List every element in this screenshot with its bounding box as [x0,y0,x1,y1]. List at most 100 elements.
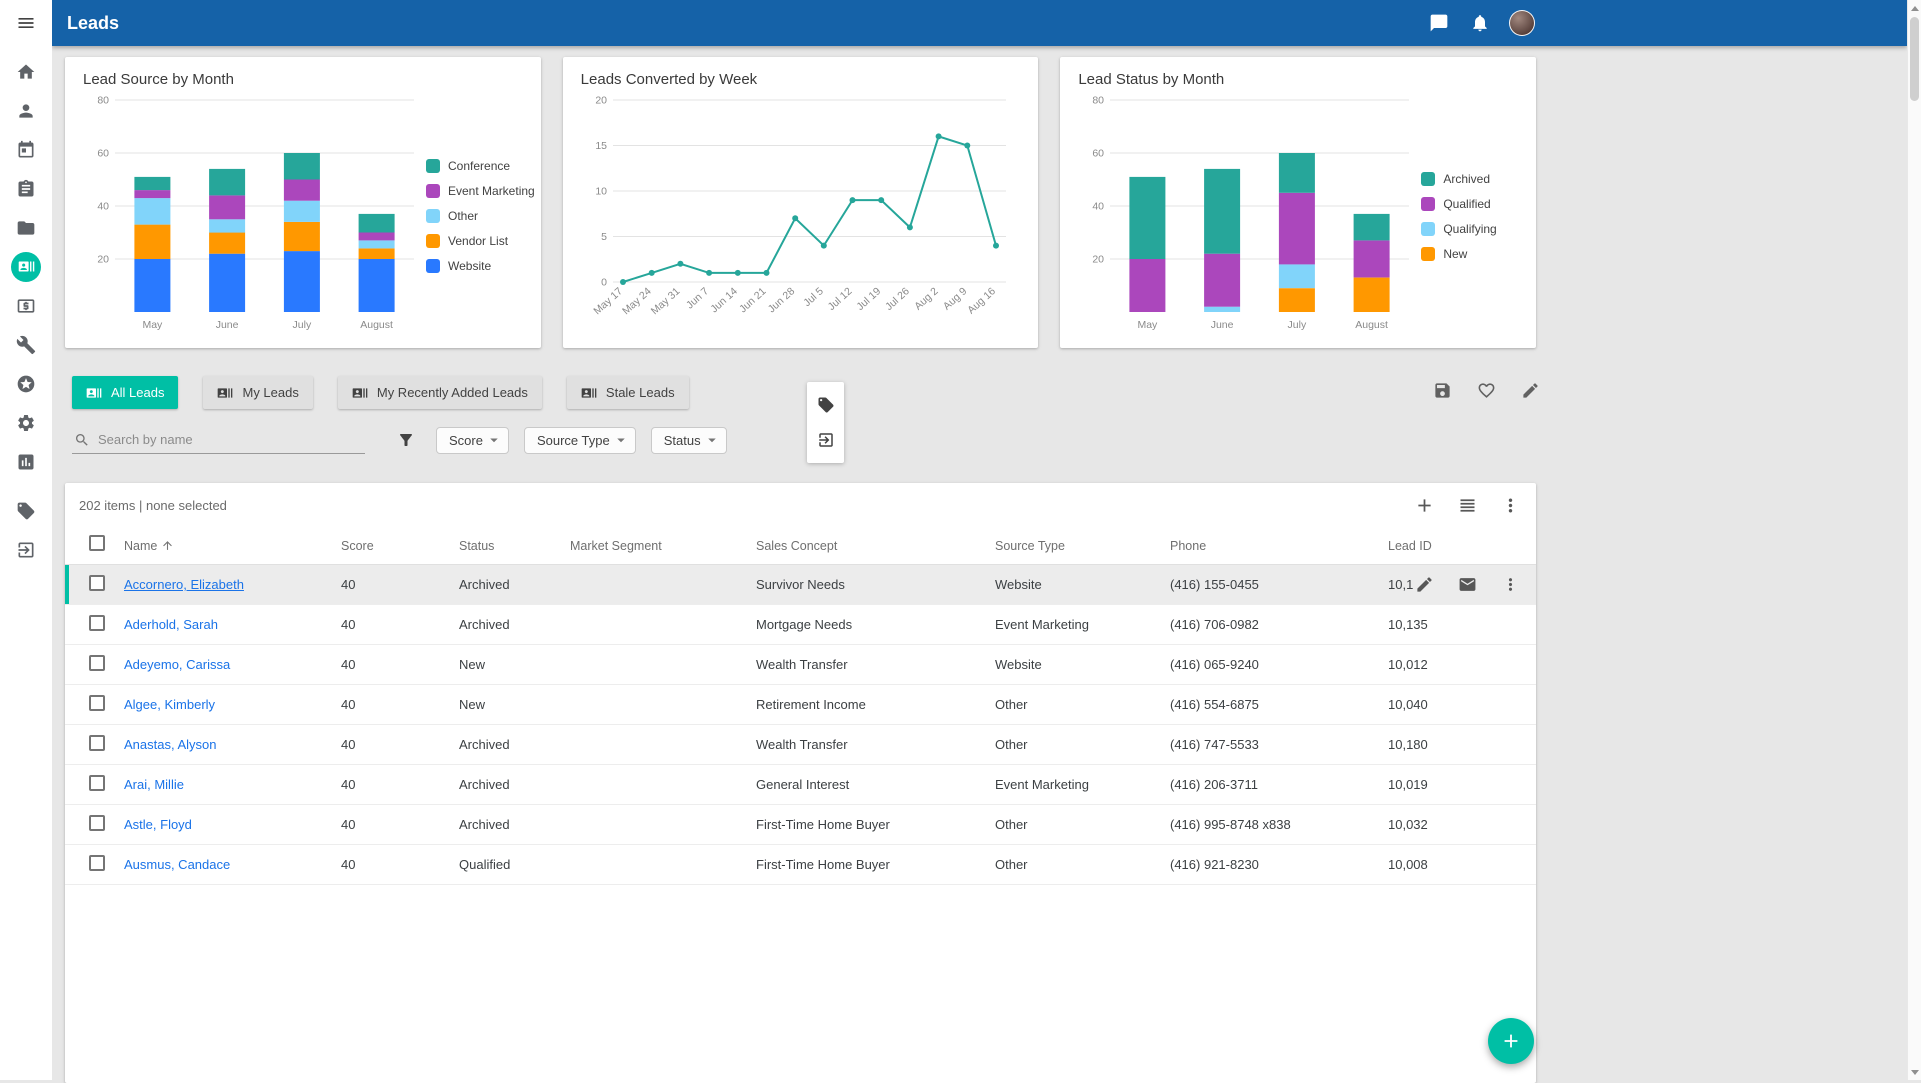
column-header-sales-concept[interactable]: Sales Concept [756,539,995,553]
leads-table-card: 202 items | none selected NameScoreStatu… [65,483,1536,1083]
column-header-name[interactable]: Name [124,539,341,553]
home-icon [16,62,36,82]
row-checkbox[interactable] [89,655,105,671]
cell-status: Qualified [459,857,570,872]
column-header-lead-id[interactable]: Lead ID [1388,539,1536,553]
caret-down-icon [703,431,721,449]
table-more-vert-button[interactable] [1497,492,1523,518]
table-row[interactable]: Algee, Kimberly40NewRetirement IncomeOth… [65,685,1536,725]
scrollbar-thumb[interactable] [1910,17,1919,101]
column-header-score[interactable]: Score [341,539,459,553]
row-edit-button[interactable] [1411,572,1437,598]
tab-stale-leads[interactable]: Stale Leads [567,376,689,409]
row-checkbox[interactable] [89,735,105,751]
lead-name-link[interactable]: Accornero, Elizabeth [124,577,244,592]
tab-my-leads[interactable]: My Leads [203,376,312,409]
row-checkbox[interactable] [89,815,105,831]
legend-item-new: New [1421,247,1518,261]
chart-legend: ArchivedQualifiedQualifyingNew [1413,90,1518,342]
row-checkbox[interactable] [89,575,105,591]
search-input[interactable] [98,432,365,447]
scroll-down-arrow[interactable] [1908,1065,1921,1079]
column-header-source-type[interactable]: Source Type [995,539,1170,553]
panel-exit-button[interactable] [813,427,839,453]
sidebar-item-leads[interactable] [11,252,41,282]
column-header-market-segment[interactable]: Market Segment [570,539,756,553]
appbar-actions [1427,10,1535,36]
row-checkbox[interactable] [89,775,105,791]
sidebar-item-tags[interactable] [6,491,46,530]
cell-checkbox [65,695,124,714]
sidebar-item-person[interactable] [6,91,46,130]
table-row[interactable]: Arai, Millie40ArchivedGeneral InterestEv… [65,765,1536,805]
menu-button[interactable] [0,0,52,46]
source-type-filter-dropdown[interactable]: Source Type [524,427,636,454]
status-filter-dropdown[interactable]: Status [651,427,727,454]
row-checkbox[interactable] [89,615,105,631]
table-view-list-button[interactable] [1454,492,1480,518]
panel-tags-button[interactable] [813,392,839,418]
sidebar-item-home[interactable] [6,52,46,91]
table-row[interactable]: Adeyemo, Carissa40NewWealth TransferWebs… [65,645,1536,685]
scroll-up-arrow[interactable] [1908,1,1921,15]
save-button[interactable] [1429,377,1455,403]
cell-source-type: Event Marketing [995,777,1170,792]
lead-name-link[interactable]: Ausmus, Candace [124,857,230,872]
lead-name-link[interactable]: Aderhold, Sarah [124,617,218,632]
score-filter-dropdown[interactable]: Score [436,427,509,454]
sidebar-item-calendar[interactable] [6,130,46,169]
leads-icon [581,385,597,401]
row-mail-button[interactable] [1454,572,1480,598]
favorite-button[interactable] [1473,377,1499,403]
cell-source-type: Website [995,657,1170,672]
table-row[interactable]: Ausmus, Candace40QualifiedFirst-Time Hom… [65,845,1536,885]
table-row[interactable]: Astle, Floyd40ArchivedFirst-Time Home Bu… [65,805,1536,845]
svg-text:August: August [1356,319,1389,331]
lead-name-link[interactable]: Adeyemo, Carissa [124,657,230,672]
sidebar-item-settings[interactable] [6,403,46,442]
table-row[interactable]: Accornero, Elizabeth40ArchivedSurvivor N… [65,565,1536,605]
notifications-button[interactable] [1468,11,1492,35]
add-lead-fab[interactable] [1488,1018,1534,1064]
sidebar-item-exit[interactable] [6,530,46,569]
sidebar-item-billing[interactable] [6,286,46,325]
cell-name: Algee, Kimberly [124,697,341,712]
charts-row: Lead Source by Month 20406080MayJuneJuly… [65,57,1536,348]
lead-name-link[interactable]: Astle, Floyd [124,817,192,832]
cell-status: Archived [459,817,570,832]
cell-phone: (416) 554-6875 [1170,697,1388,712]
select-all-checkbox[interactable] [89,535,105,551]
sidebar-item-tools[interactable] [6,325,46,364]
lead-name-link[interactable]: Algee, Kimberly [124,697,215,712]
edit-button[interactable] [1517,377,1543,403]
sidebar-item-tasks[interactable] [6,169,46,208]
legend-swatch [1421,222,1435,236]
row-more-vert-button[interactable] [1497,572,1523,598]
cell-lead-id: 10,180 [1388,737,1536,752]
lead-name-link[interactable]: Arai, Millie [124,777,184,792]
svg-text:5: 5 [601,231,607,243]
table-toolbar-actions [1411,492,1523,518]
svg-text:Jul 19: Jul 19 [854,285,883,313]
lead-name-link[interactable]: Anastas, Alyson [124,737,217,752]
cell-name: Aderhold, Sarah [124,617,341,632]
table-row[interactable]: Aderhold, Sarah40ArchivedMortgage NeedsE… [65,605,1536,645]
table-add-button[interactable] [1411,492,1437,518]
cell-lead-id: 10,019 [1388,777,1536,792]
table-row[interactable]: Anastas, Alyson40ArchivedWealth Transfer… [65,725,1536,765]
tab-all-leads[interactable]: All Leads [72,376,178,409]
column-header-phone[interactable]: Phone [1170,539,1388,553]
column-header-status[interactable]: Status [459,539,570,553]
sidebar-item-reports[interactable] [6,442,46,481]
cell-score: 40 [341,777,459,792]
chart-title: Lead Source by Month [83,71,523,88]
sidebar-item-folder[interactable] [6,208,46,247]
avatar[interactable] [1509,10,1535,36]
row-checkbox[interactable] [89,855,105,871]
tab-my-recently-added-leads[interactable]: My Recently Added Leads [338,376,542,409]
filter-button[interactable] [393,427,419,453]
row-checkbox[interactable] [89,695,105,711]
chat-button[interactable] [1427,11,1451,35]
cell-name: Arai, Millie [124,777,341,792]
sidebar-item-favorites[interactable] [6,364,46,403]
